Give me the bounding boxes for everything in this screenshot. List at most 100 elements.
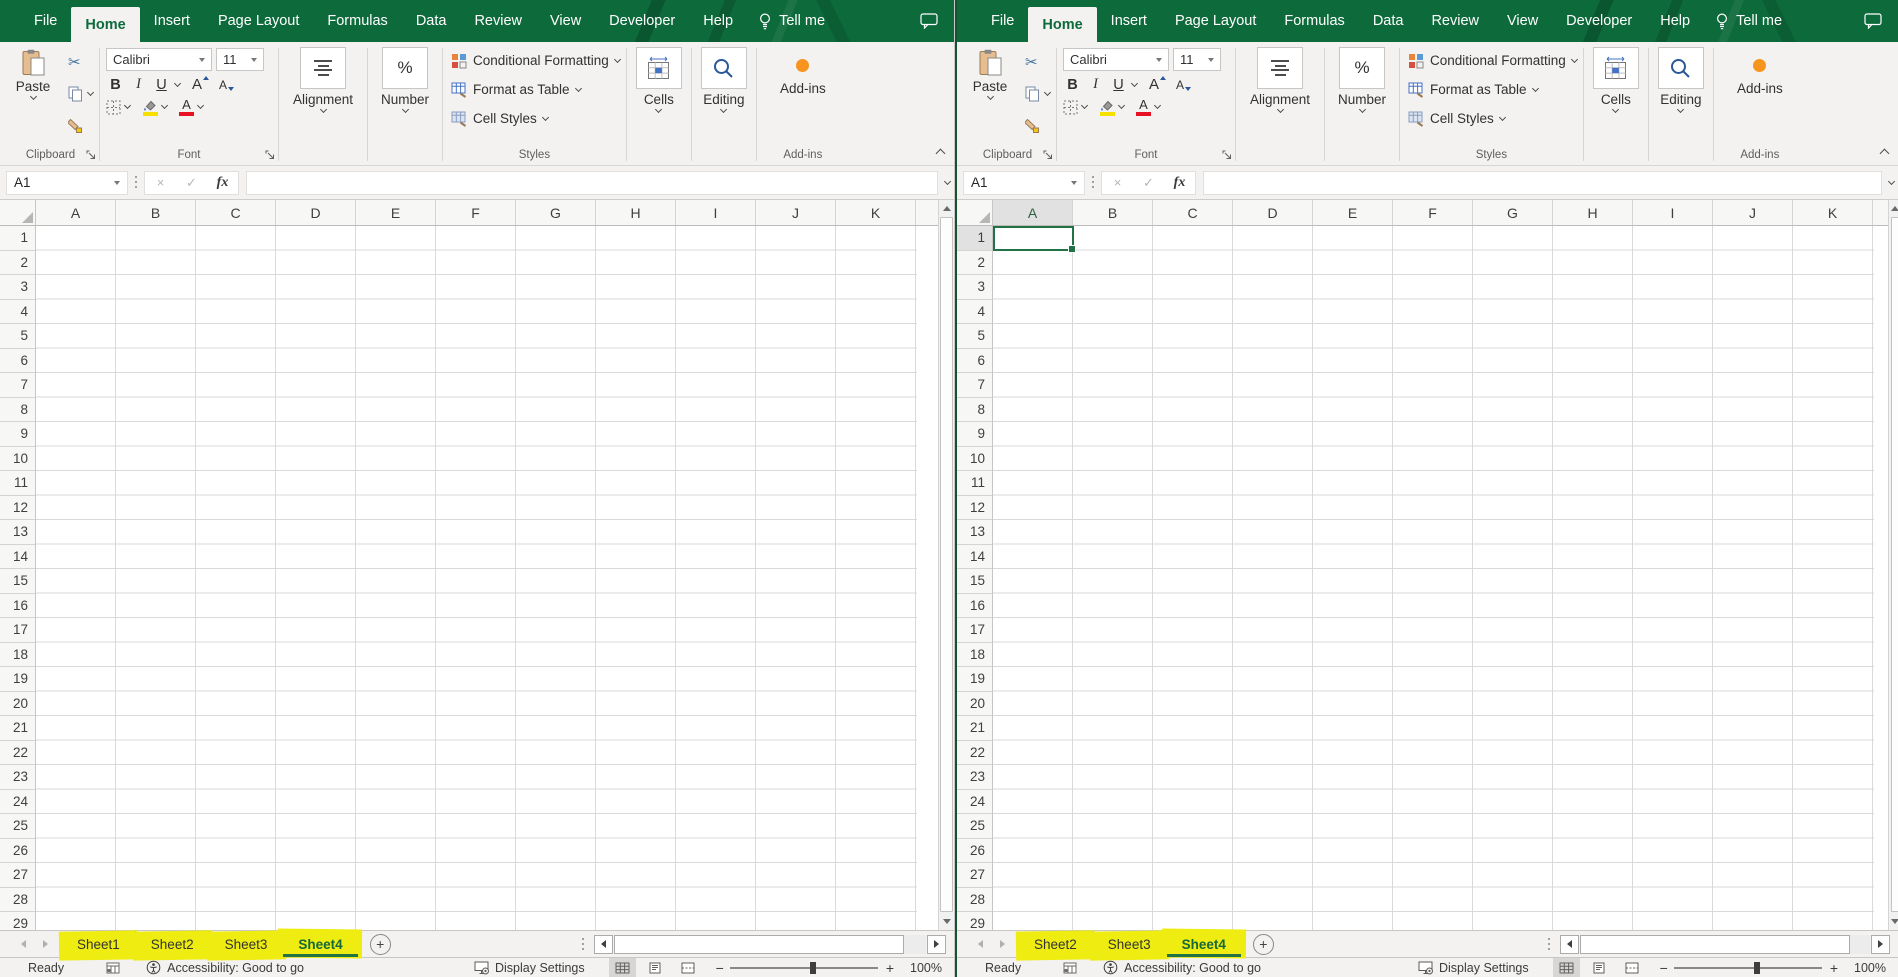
scroll-up-icon[interactable] xyxy=(1891,200,1898,217)
row-header[interactable]: 21 xyxy=(0,716,35,741)
ribbon-tab[interactable]: Insert xyxy=(1097,0,1161,42)
column-header[interactable]: C xyxy=(1153,200,1233,225)
number-format-button[interactable]: % xyxy=(1339,47,1385,89)
row-header[interactable]: 3 xyxy=(957,275,992,300)
chevron-down-icon[interactable] xyxy=(1358,106,1365,113)
row-header[interactable]: 28 xyxy=(957,888,992,913)
alignment-button[interactable] xyxy=(300,47,346,89)
macro-record-icon[interactable] xyxy=(1063,962,1077,974)
row-header[interactable]: 26 xyxy=(957,839,992,864)
row-header[interactable]: 22 xyxy=(957,741,992,766)
horizontal-scrollbar-thumb[interactable] xyxy=(614,935,904,954)
insert-function-button[interactable]: fx xyxy=(1164,175,1195,191)
row-header[interactable]: 23 xyxy=(0,765,35,790)
zoom-slider[interactable] xyxy=(1674,967,1822,969)
sheet-tab[interactable]: Sheet4 xyxy=(1166,931,1241,957)
sheet-tab[interactable]: Sheet2 xyxy=(135,931,209,957)
dialog-launcher-icon[interactable] xyxy=(265,150,275,160)
zoom-percentage[interactable]: 100% xyxy=(1846,961,1886,975)
page-layout-view-button[interactable] xyxy=(642,958,669,977)
accessibility-status[interactable]: Accessibility: Good to go xyxy=(1103,960,1261,975)
ribbon-tab[interactable]: Data xyxy=(402,0,461,42)
collapse-ribbon-icon[interactable] xyxy=(936,149,946,159)
ribbon-tab[interactable]: Review xyxy=(1417,0,1493,42)
column-header[interactable]: D xyxy=(276,200,356,225)
scroll-right-icon[interactable] xyxy=(927,935,946,954)
zoom-slider-thumb[interactable] xyxy=(1754,962,1760,974)
ribbon-tab[interactable]: Formulas xyxy=(1270,0,1358,42)
horizontal-scrollbar[interactable] xyxy=(1560,934,1890,954)
increase-font-size-button[interactable]: A xyxy=(1149,76,1166,93)
row-header[interactable]: 5 xyxy=(957,324,992,349)
column-header[interactable]: F xyxy=(1393,200,1473,225)
column-header[interactable]: H xyxy=(596,200,676,225)
sheet-tab[interactable]: Sheet1 xyxy=(62,931,135,957)
sheet-nav-right-icon[interactable] xyxy=(34,931,56,957)
normal-view-button[interactable] xyxy=(1553,958,1580,977)
row-header[interactable]: 20 xyxy=(0,692,35,717)
new-sheet-button[interactable]: + xyxy=(1253,934,1274,955)
row-header[interactable]: 9 xyxy=(957,422,992,447)
row-header[interactable]: 18 xyxy=(0,643,35,668)
row-header[interactable]: 13 xyxy=(0,520,35,545)
editing-button[interactable] xyxy=(701,47,747,89)
cells-button[interactable] xyxy=(1593,47,1639,89)
addins-label[interactable]: Add-ins xyxy=(780,81,826,96)
row-header[interactable]: 27 xyxy=(957,863,992,888)
scroll-right-icon[interactable] xyxy=(1871,935,1890,954)
column-header[interactable]: F xyxy=(436,200,516,225)
row-header[interactable]: 25 xyxy=(957,814,992,839)
ribbon-tab[interactable]: File xyxy=(977,0,1028,42)
row-header[interactable]: 19 xyxy=(957,667,992,692)
row-header[interactable]: 19 xyxy=(0,667,35,692)
macro-record-icon[interactable] xyxy=(106,962,120,974)
editing-button[interactable] xyxy=(1658,47,1704,89)
chevron-down-icon[interactable] xyxy=(720,106,727,113)
number-format-button[interactable]: % xyxy=(382,47,428,89)
font-size-select[interactable]: 11 xyxy=(1173,48,1221,71)
name-box[interactable]: A1 xyxy=(963,171,1085,195)
enter-button[interactable]: ✓ xyxy=(176,175,207,191)
sheet-tab[interactable]: Sheet4 xyxy=(282,931,357,957)
vertical-scrollbar[interactable] xyxy=(938,200,954,930)
column-header[interactable]: G xyxy=(516,200,596,225)
collapse-ribbon-icon[interactable] xyxy=(1880,149,1890,159)
row-header[interactable]: 27 xyxy=(0,863,35,888)
column-header[interactable]: J xyxy=(756,200,836,225)
row-header[interactable]: 4 xyxy=(0,300,35,325)
display-settings-button[interactable]: Display Settings xyxy=(474,961,585,975)
row-header[interactable]: 7 xyxy=(957,373,992,398)
insert-function-button[interactable]: fx xyxy=(207,175,238,191)
addins-label[interactable]: Add-ins xyxy=(1737,81,1783,96)
name-box[interactable]: A1 xyxy=(6,171,128,195)
zoom-in-button[interactable]: + xyxy=(1830,960,1838,976)
row-header[interactable]: 8 xyxy=(0,398,35,423)
fill-color-button[interactable] xyxy=(1099,99,1115,116)
paste-button[interactable]: Paste xyxy=(8,46,58,144)
row-header[interactable]: 13 xyxy=(957,520,992,545)
row-header[interactable]: 7 xyxy=(0,373,35,398)
tell-me[interactable]: Tell me xyxy=(1704,0,1794,42)
row-header[interactable]: 6 xyxy=(957,349,992,374)
row-header[interactable]: 4 xyxy=(957,300,992,325)
cut-button[interactable]: ✂ xyxy=(1025,49,1050,75)
formula-input[interactable] xyxy=(246,171,938,195)
font-name-select[interactable]: Calibri xyxy=(1063,48,1169,71)
tabbar-resize-handle[interactable] xyxy=(582,938,584,951)
row-header[interactable]: 21 xyxy=(957,716,992,741)
row-header[interactable]: 6 xyxy=(0,349,35,374)
paste-button[interactable]: Paste xyxy=(965,46,1015,144)
bold-button[interactable]: B xyxy=(106,77,125,93)
format-painter-button[interactable] xyxy=(68,112,93,138)
font-size-select[interactable]: 11 xyxy=(216,48,264,71)
row-header[interactable]: 14 xyxy=(0,545,35,570)
column-header[interactable]: I xyxy=(676,200,756,225)
row-header[interactable]: 12 xyxy=(0,496,35,521)
row-header[interactable]: 5 xyxy=(0,324,35,349)
fill-color-button[interactable] xyxy=(142,99,158,116)
row-header[interactable]: 24 xyxy=(957,790,992,815)
column-header[interactable]: C xyxy=(196,200,276,225)
column-header[interactable]: B xyxy=(1073,200,1153,225)
ribbon-tab[interactable]: Developer xyxy=(1552,0,1646,42)
zoom-slider[interactable] xyxy=(730,967,878,969)
